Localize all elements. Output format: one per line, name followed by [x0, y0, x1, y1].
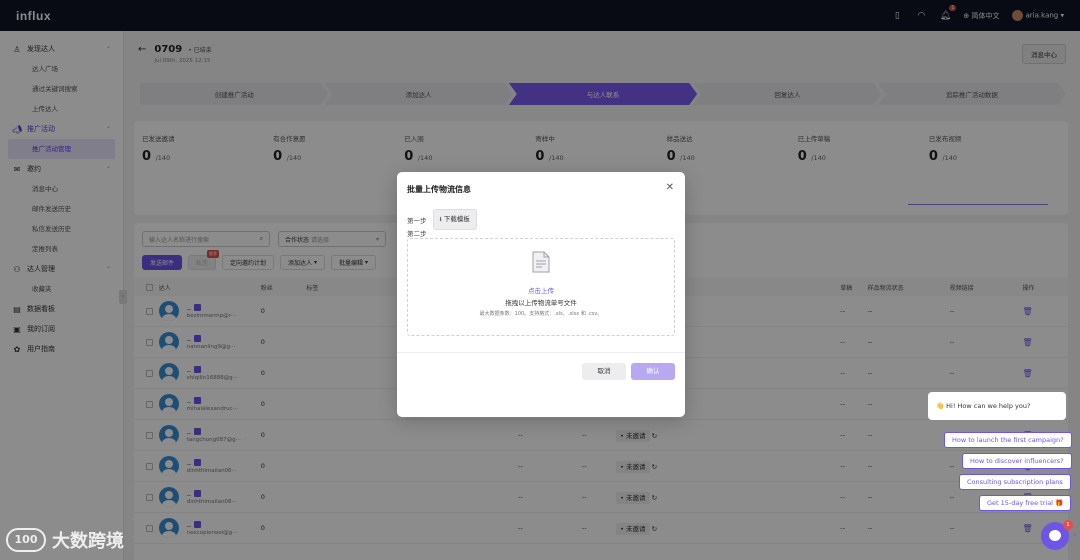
modal-title: 批量上传物流信息 — [407, 185, 471, 194]
close-icon[interactable]: ✕ — [666, 182, 674, 193]
watermark-logo: 100 — [6, 528, 46, 552]
cancel-button[interactable]: 取消 — [582, 363, 626, 380]
watermark: 100 大数跨境 — [6, 527, 124, 553]
chat-suggestion[interactable]: Get 15-day free trial 🎁 — [979, 495, 1072, 511]
upload-dropzone[interactable]: 点击上传 拖拽以上传物流单号文件 最大数据条数：100。支持格式：.xls、.x… — [407, 238, 675, 336]
chat-badge: 1 — [1063, 520, 1073, 530]
chevron-right-icon[interactable]: › — [1073, 530, 1076, 539]
chat-greeting: 👋 Hi! How can we help you? — [928, 392, 1066, 420]
chat-suggestion[interactable]: How to discover influencers? — [962, 453, 1072, 469]
document-icon — [532, 251, 550, 273]
chat-suggestion[interactable]: How to launch the first campaign? — [944, 432, 1072, 448]
upload-logistics-modal: 批量上传物流信息 ✕ 第一步 ⭳ 下载模板 第二步 点击上传 拖拽以上传物流单号… — [397, 172, 685, 417]
upload-text: 拖拽以上传物流单号文件 — [505, 299, 577, 307]
step-one: 第一步 ⭳ 下载模板 — [407, 209, 477, 230]
confirm-button[interactable]: 确认 — [631, 363, 675, 380]
click-upload-link[interactable]: 点击上传 — [408, 285, 674, 295]
step-two-label: 第二步 — [407, 230, 427, 238]
chat-suggestion[interactable]: Consulting subscription plans — [959, 474, 1071, 490]
upload-hint: 最大数据条数：100。支持格式：.xls、.xlsx 和 .csv。 — [479, 311, 603, 317]
download-icon: ⭳ — [439, 215, 442, 223]
modal-footer: 取消 确认 — [397, 352, 685, 417]
download-template-button[interactable]: ⭳ 下载模板 — [432, 209, 477, 230]
